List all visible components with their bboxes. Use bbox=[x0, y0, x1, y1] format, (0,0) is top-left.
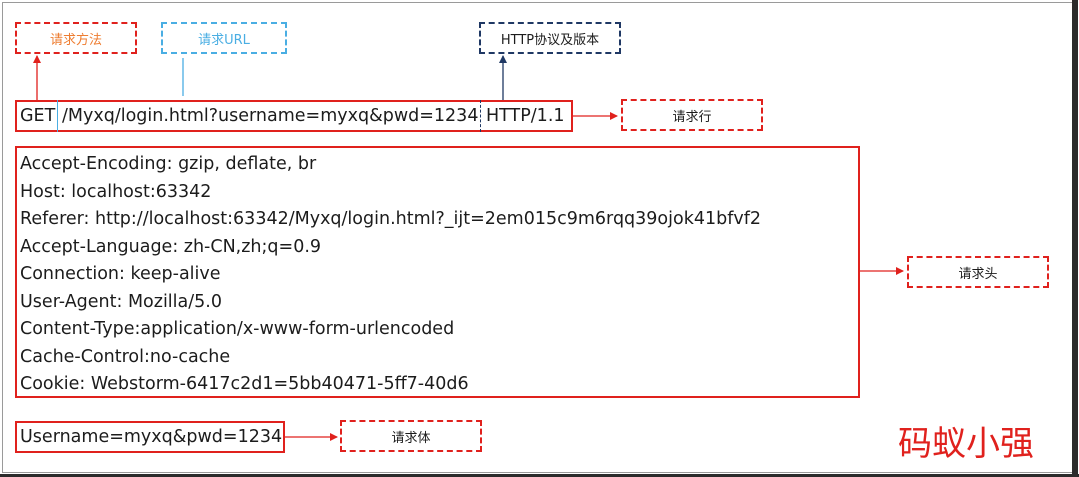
request-url: /Myxq/login.html?username=myxq&pwd=1234 bbox=[62, 106, 479, 126]
header-line: Accept-Language: zh-CN,zh;q=0.9 bbox=[20, 236, 322, 257]
watermark: 码蚁小强 bbox=[898, 424, 1034, 464]
request-headers-label: 请求头 bbox=[958, 266, 998, 282]
header-line: Content-Type:application/x-www-form-urle… bbox=[20, 319, 455, 339]
url-version-divider bbox=[480, 100, 481, 132]
method-label: 请求方法 bbox=[49, 32, 102, 48]
request-headers-label-box: 请求头 bbox=[907, 256, 1049, 288]
protocol-label-box: HTTP协议及版本 bbox=[479, 22, 621, 54]
method-label-box: 请求方法 bbox=[15, 22, 137, 54]
header-line: Referer: http://localhost:63342/Myxq/log… bbox=[20, 209, 762, 229]
request-version: HTTP/1.1 bbox=[486, 106, 565, 126]
url-label: 请求URL bbox=[198, 32, 250, 48]
request-line-label: 请求行 bbox=[672, 109, 712, 125]
header-line: Cache-Control:no-cache bbox=[20, 346, 231, 367]
request-line-label-box: 请求行 bbox=[621, 99, 763, 131]
header-line: User-Agent: Mozilla/5.0 bbox=[20, 291, 222, 312]
request-body-label: 请求体 bbox=[391, 430, 431, 446]
header-line: Cookie: Webstorm-6417c2d1=5bb40471-5ff7-… bbox=[20, 374, 469, 394]
header-line: Accept-Encoding: gzip, deflate, br bbox=[20, 154, 317, 174]
header-line: Host: localhost:63342 bbox=[20, 181, 212, 202]
request-body-label-box: 请求体 bbox=[340, 420, 482, 452]
method-url-divider bbox=[57, 100, 58, 132]
url-label-box: 请求URL bbox=[161, 22, 287, 54]
request-method: GET bbox=[20, 106, 56, 126]
request-body: Username=myxq&pwd=1234 bbox=[20, 427, 283, 447]
protocol-label: HTTP协议及版本 bbox=[500, 32, 600, 48]
header-line: Connection: keep-alive bbox=[20, 264, 221, 284]
